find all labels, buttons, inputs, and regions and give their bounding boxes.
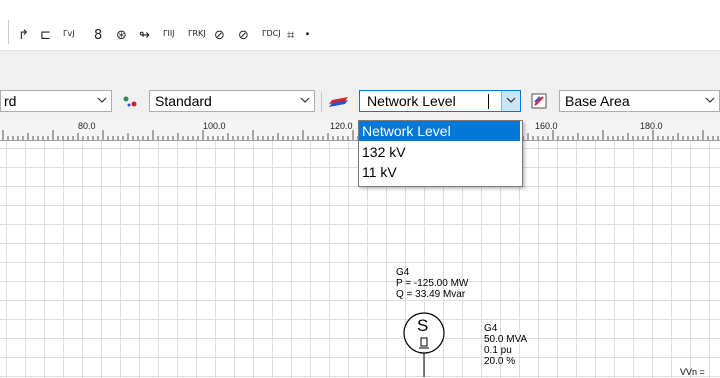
chevron-down-icon[interactable] [701,91,719,111]
ruler-label: 120.0 [330,121,353,131]
toolbar-separator [8,20,9,44]
generator-tool-icon[interactable]: ⊘ [238,26,249,46]
ruler-label: 100.0 [203,121,226,131]
dropdown-option-132kv[interactable]: 132 kV [359,142,520,162]
area-combo-value: Base Area [565,93,630,109]
style-icon[interactable] [120,91,140,111]
left-combo[interactable]: rd [0,90,112,112]
generator-letter: S [417,316,429,335]
ruler-label: 180.0 [640,121,663,131]
relay-tool-icon[interactable]: ΓRKJ [188,24,206,44]
drawing-toolbar: ↱ ⊏ ΓvJ 8 ⊛ ↬ ΓIIJ ΓRKJ ⊘ ⊘ ΓDCJ ⌗ . [0,0,720,50]
network-level-combo-value: Network Level [367,93,456,109]
generator-name-label-right: G4 [484,323,498,334]
chevron-down-icon[interactable] [296,91,314,111]
busbar-tool-icon[interactable]: ⌗ [287,26,294,46]
left-combo-value: rd [4,93,17,109]
text-caret [488,94,489,109]
reactor-icon[interactable]: ↬ [139,26,150,46]
toolbar-band [0,50,720,83]
network-level-icon[interactable] [328,91,348,111]
combo-toolbar: rd Standard Network Level Base Area [0,82,720,120]
network-level-dropdown[interactable]: Network Level 132 kV 11 kV [358,120,523,187]
edge-partial-label: VVn = [680,367,705,377]
line-tool-icon[interactable]: ⊏ [40,26,51,46]
generator-p-label: P = -125.00 MW [396,278,469,289]
generator-rating-label: 50.0 MVA [484,334,528,345]
more-tools-icon[interactable]: . [305,24,310,39]
chevron-down-icon[interactable] [93,91,111,111]
switch-tool-icon[interactable]: ΓIIJ [163,24,175,44]
three-winding-transformer-icon[interactable]: ⊛ [116,26,127,46]
generator-xd-label: 0.1 pu [484,345,512,356]
area-combo[interactable]: Base Area [559,90,720,112]
style-combo[interactable]: Standard [149,90,315,112]
voltage-tool-icon[interactable]: ΓvJ [63,24,75,44]
ruler-label: 80.0 [78,121,96,131]
generator-symbol[interactable]: S [400,311,446,377]
area-icon[interactable] [529,91,549,111]
generator-name-label: G4 [396,267,410,278]
generator-q-label: Q = 33.49 Mvar [396,289,466,300]
combo-separator [321,92,322,112]
arrow-tool-icon[interactable]: ↱ [18,26,29,46]
style-combo-value: Standard [155,93,212,109]
network-level-combo[interactable]: Network Level [359,90,521,112]
dc-tool-icon[interactable]: ΓDCJ [262,24,281,44]
chevron-down-icon[interactable] [501,91,520,111]
motor-tool-icon[interactable]: ⊘ [214,26,225,46]
dropdown-option-network-level[interactable]: Network Level [359,121,520,141]
dropdown-option-11kv[interactable]: 11 kV [359,162,520,182]
ruler-label: 160.0 [535,121,558,131]
generator-pct-label: 20.0 % [484,356,516,367]
transformer-icon[interactable]: 8 [94,26,102,46]
